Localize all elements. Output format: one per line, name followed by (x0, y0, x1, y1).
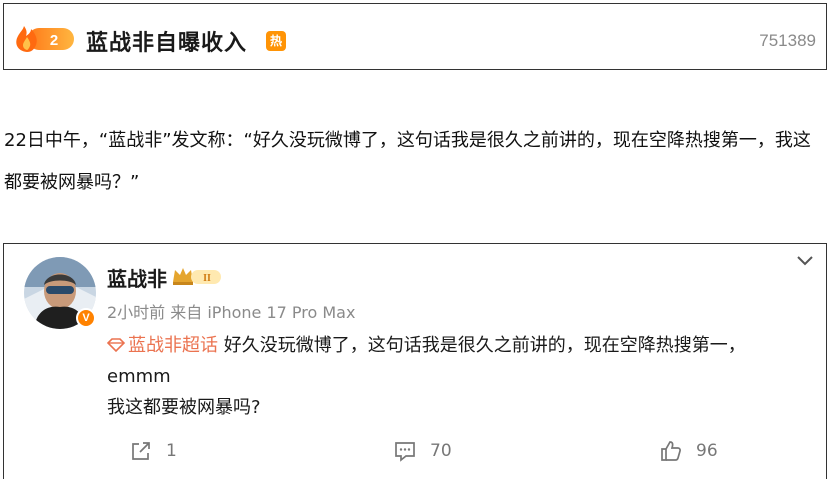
like-icon (661, 441, 681, 461)
comment-count: 70 (430, 441, 452, 461)
hot-search-count: 751389 (759, 31, 816, 50)
fire-rank-icon: 2 (16, 26, 74, 52)
post-username[interactable]: 蓝战非 (107, 263, 167, 292)
post-text-line1: 好久没玩微博了，这句话我是很久之前讲的，现在空降热搜第一， (223, 335, 746, 356)
hot-search-title[interactable]: 蓝战非自曝收入 (86, 25, 247, 57)
comment-icon (395, 442, 415, 462)
rank-number: 2 (50, 32, 58, 49)
share-button[interactable]: 1 (130, 440, 177, 462)
post-text-line2: emmm (107, 366, 171, 387)
verified-badge: V (76, 308, 96, 328)
post-text-line3: 我这都要被网暴吗? (107, 397, 261, 418)
topic-link[interactable]: 蓝战非超话 (107, 335, 224, 356)
weibo-post-card: V 蓝战非 II 2小时前 来自 iPhone 17 Pro Max 蓝战非超话… (3, 243, 827, 479)
crown-badge-icon: II (173, 268, 221, 285)
hot-tag: 热 (266, 31, 286, 51)
comment-button[interactable]: 70 (394, 440, 452, 462)
post-meta: 2小时前 来自 iPhone 17 Pro Max (107, 303, 356, 322)
level-badge-text: II (203, 273, 211, 284)
share-icon (132, 442, 150, 460)
like-button[interactable]: 96 (660, 440, 718, 462)
like-count: 96 (696, 441, 718, 461)
post-body: 蓝战非超话 好久没玩微博了，这句话我是很久之前讲的，现在空降热搜第一， emmm… (107, 330, 807, 423)
share-count: 1 (166, 441, 177, 461)
article-paragraph: 22日中午，“蓝战非”发文称：“好久没玩微博了，这句话我是很久之前讲的，现在空降… (4, 130, 811, 193)
diamond-topic-icon (107, 338, 125, 352)
topic-label[interactable]: 蓝战非超话 (128, 335, 218, 356)
chevron-down-icon[interactable] (796, 254, 814, 268)
hot-search-item[interactable]: 2 蓝战非自曝收入 热 751389 (3, 3, 827, 70)
